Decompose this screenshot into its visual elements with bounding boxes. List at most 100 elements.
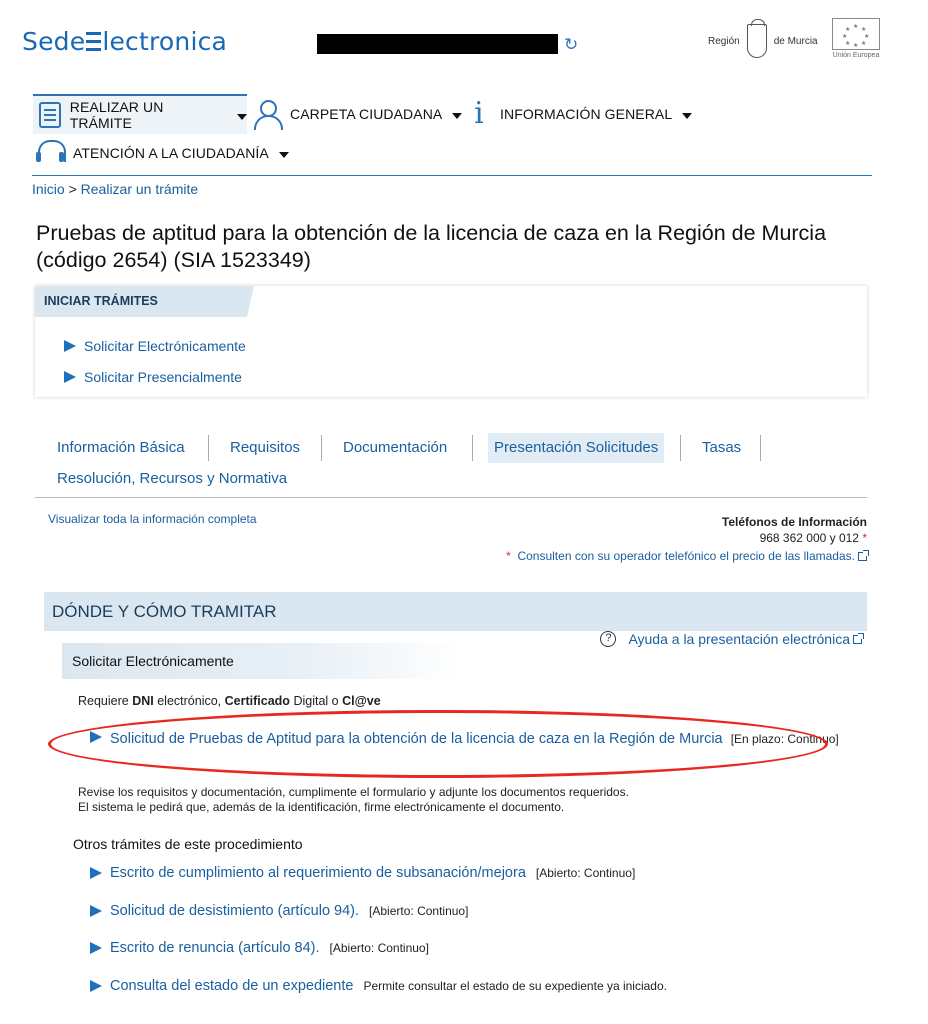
- other-procedure-row: Solicitud de desistimiento (artículo 94)…: [90, 903, 468, 919]
- req-text: Digital o: [293, 694, 339, 708]
- instructions-text: Revise los requisitos y documentación, c…: [78, 785, 629, 815]
- other-procedures-title: Otros trámites de este procedimiento: [73, 836, 303, 852]
- region-label-right: de Murcia: [773, 35, 818, 47]
- document-check-icon: [39, 102, 61, 128]
- tab-separator: [208, 435, 209, 461]
- page-title: Pruebas de aptitud para la obtención de …: [36, 221, 827, 272]
- tab-documentacion[interactable]: Documentación: [337, 433, 453, 463]
- info-tabs: Información Básica Requisitos Documentac…: [35, 428, 867, 498]
- sede-electronica-logo[interactable]: Sede lectronica: [22, 27, 227, 56]
- procedure-status: [Abierto: Continuo]: [369, 904, 469, 918]
- tab-presentacion-solicitudes[interactable]: Presentación Solicitudes: [488, 433, 665, 463]
- phone-info: Teléfonos de Información 968 362 000 y 0…: [506, 514, 869, 564]
- view-all-info-link[interactable]: Visualizar toda la información completa: [48, 512, 257, 526]
- caret-down-icon: [682, 112, 693, 119]
- tab-resolucion-recursos-normativa[interactable]: Resolución, Recursos y Normativa: [51, 464, 293, 494]
- arrow-right-icon: [90, 867, 102, 879]
- help-link-label: Ayuda a la presentación electrónica: [628, 631, 850, 647]
- arrow-right-icon: [90, 731, 102, 743]
- asterisk-mark: *: [506, 549, 511, 563]
- main-solicitud-row: Solicitud de Pruebas de Aptitud para la …: [90, 731, 840, 747]
- arrow-right-icon: [64, 371, 76, 383]
- arrow-right-icon: [90, 980, 102, 992]
- logo-text-sede: Sede: [22, 27, 86, 56]
- req-text: electrónico,: [157, 694, 222, 708]
- eu-caption: Unión Europea: [832, 52, 880, 59]
- caret-down-icon: [237, 113, 247, 120]
- region-murcia-logo[interactable]: Región de Murcia: [708, 19, 818, 62]
- solicitar-electronicamente-link[interactable]: Solicitar Electrónicamente: [64, 338, 246, 354]
- link-label: Solicitar Electrónicamente: [84, 338, 246, 354]
- arrow-right-icon: [64, 340, 76, 352]
- help-question-icon: ?: [600, 631, 617, 647]
- solicitud-desistimiento-link[interactable]: Solicitud de desistimiento (artículo 94)…: [110, 903, 359, 919]
- link-label: Solicitar Presencialmente: [84, 369, 242, 385]
- logo-e-glyph: [86, 32, 102, 52]
- help-electronic-submission-link[interactable]: ? Ayuda a la presentación electrónica: [600, 631, 864, 647]
- solicitud-pruebas-aptitud-link[interactable]: Solicitud de Pruebas de Aptitud para la …: [110, 731, 723, 747]
- redacted-block: [317, 34, 558, 54]
- iniciar-tramites-panel: INICIAR TRÁMITES Solicitar Electrónicame…: [35, 286, 867, 397]
- tab-separator: [760, 435, 761, 461]
- escrito-renuncia-link[interactable]: Escrito de renuncia (artículo 84).: [110, 940, 320, 956]
- req-clave: Cl@ve: [342, 694, 381, 708]
- menu-divider: [32, 175, 872, 176]
- requirements-text: Requiere DNI electrónico, Certificado Di…: [78, 694, 381, 708]
- tab-separator: [680, 435, 681, 461]
- logo-text-lectronica: lectronica: [102, 27, 228, 56]
- procedure-status: [Abierto: Continuo]: [329, 941, 429, 955]
- menu-label: ATENCIÓN A LA CIUDADANÍA: [73, 145, 269, 161]
- tab-separator: [321, 435, 322, 461]
- user-icon: [253, 100, 283, 130]
- caret-down-icon: [278, 151, 289, 158]
- breadcrumb-separator: >: [68, 181, 77, 197]
- info-icon: i: [474, 96, 484, 131]
- menu-realizar-tramite[interactable]: REALIZAR UN TRÁMITE: [33, 94, 247, 134]
- other-procedure-row: Consulta del estado de un expediente Per…: [90, 978, 667, 994]
- breadcrumb-current-link[interactable]: Realizar un trámite: [81, 181, 199, 197]
- solicitar-presencialmente-link[interactable]: Solicitar Presencialmente: [64, 369, 242, 385]
- external-link-icon: [853, 632, 864, 644]
- arrow-right-icon: [90, 905, 102, 917]
- instructions-line: El sistema le pedirá que, además de la i…: [78, 800, 565, 814]
- section-title: DÓNDE Y CÓMO TRAMITAR: [44, 592, 867, 631]
- menu-label: REALIZAR UN TRÁMITE: [69, 99, 164, 131]
- req-certificado: Certificado: [224, 694, 290, 708]
- coat-of-arms-icon: [746, 19, 767, 58]
- menu-label: INFORMACIÓN GENERAL: [500, 106, 673, 122]
- menu-informacion-general[interactable]: i INFORMACIÓN GENERAL: [470, 96, 693, 131]
- req-dni: DNI: [132, 694, 154, 708]
- tab-separator: [472, 435, 473, 461]
- menu-atencion-ciudadania[interactable]: ATENCIÓN A LA CIUDADANÍA: [36, 137, 289, 169]
- breadcrumb: Inicio > Realizar un trámite: [32, 181, 198, 197]
- tab-tasas[interactable]: Tasas: [696, 433, 747, 463]
- tab-requisitos[interactable]: Requisitos: [224, 433, 306, 463]
- tab-informacion-basica[interactable]: Información Básica: [51, 433, 191, 463]
- procedure-status: Permite consultar el estado de su expedi…: [363, 979, 667, 993]
- eu-flag-icon: ★ ★ ★ ★ ★ ★ ★ ★: [832, 18, 880, 50]
- refresh-icon[interactable]: ↻: [564, 36, 578, 53]
- iniciar-tramites-tab: INICIAR TRÁMITES: [35, 286, 254, 317]
- asterisk-mark: *: [862, 531, 867, 545]
- headset-icon: [36, 140, 66, 166]
- menu-carpeta-ciudadana[interactable]: CARPETA CIUDADANA: [253, 97, 463, 131]
- call-cost-note-link[interactable]: Consulten con su operador telefónico el …: [517, 549, 855, 563]
- procedure-status: [Abierto: Continuo]: [535, 866, 636, 880]
- region-label-left: Región: [708, 35, 740, 47]
- instructions-line: Revise los requisitos y documentación, c…: [78, 785, 629, 799]
- plazo-status: [En plazo: Continuo]: [730, 732, 839, 746]
- other-procedure-row: Escrito de renuncia (artículo 84). [Abie…: [90, 940, 429, 956]
- escrito-subsanacion-link[interactable]: Escrito de cumplimiento al requerimiento…: [110, 865, 526, 881]
- eu-logo[interactable]: ★ ★ ★ ★ ★ ★ ★ ★ Unión Europea: [831, 18, 881, 62]
- arrow-right-icon: [90, 942, 102, 954]
- phones-title: Teléfonos de Información: [721, 515, 867, 529]
- menu-label: CARPETA CIUDADANA: [290, 106, 443, 122]
- caret-down-icon: [452, 112, 463, 119]
- external-link-icon: [858, 550, 869, 561]
- breadcrumb-home-link[interactable]: Inicio: [32, 181, 65, 197]
- other-procedure-row: Escrito de cumplimiento al requerimiento…: [90, 865, 635, 881]
- consulta-estado-expediente-link[interactable]: Consulta del estado de un expediente: [110, 978, 353, 994]
- subsection-title: Solicitar Electrónicamente: [62, 643, 462, 679]
- phones-numbers: 968 362 000 y 012: [759, 531, 859, 545]
- req-text: Requiere: [78, 694, 129, 708]
